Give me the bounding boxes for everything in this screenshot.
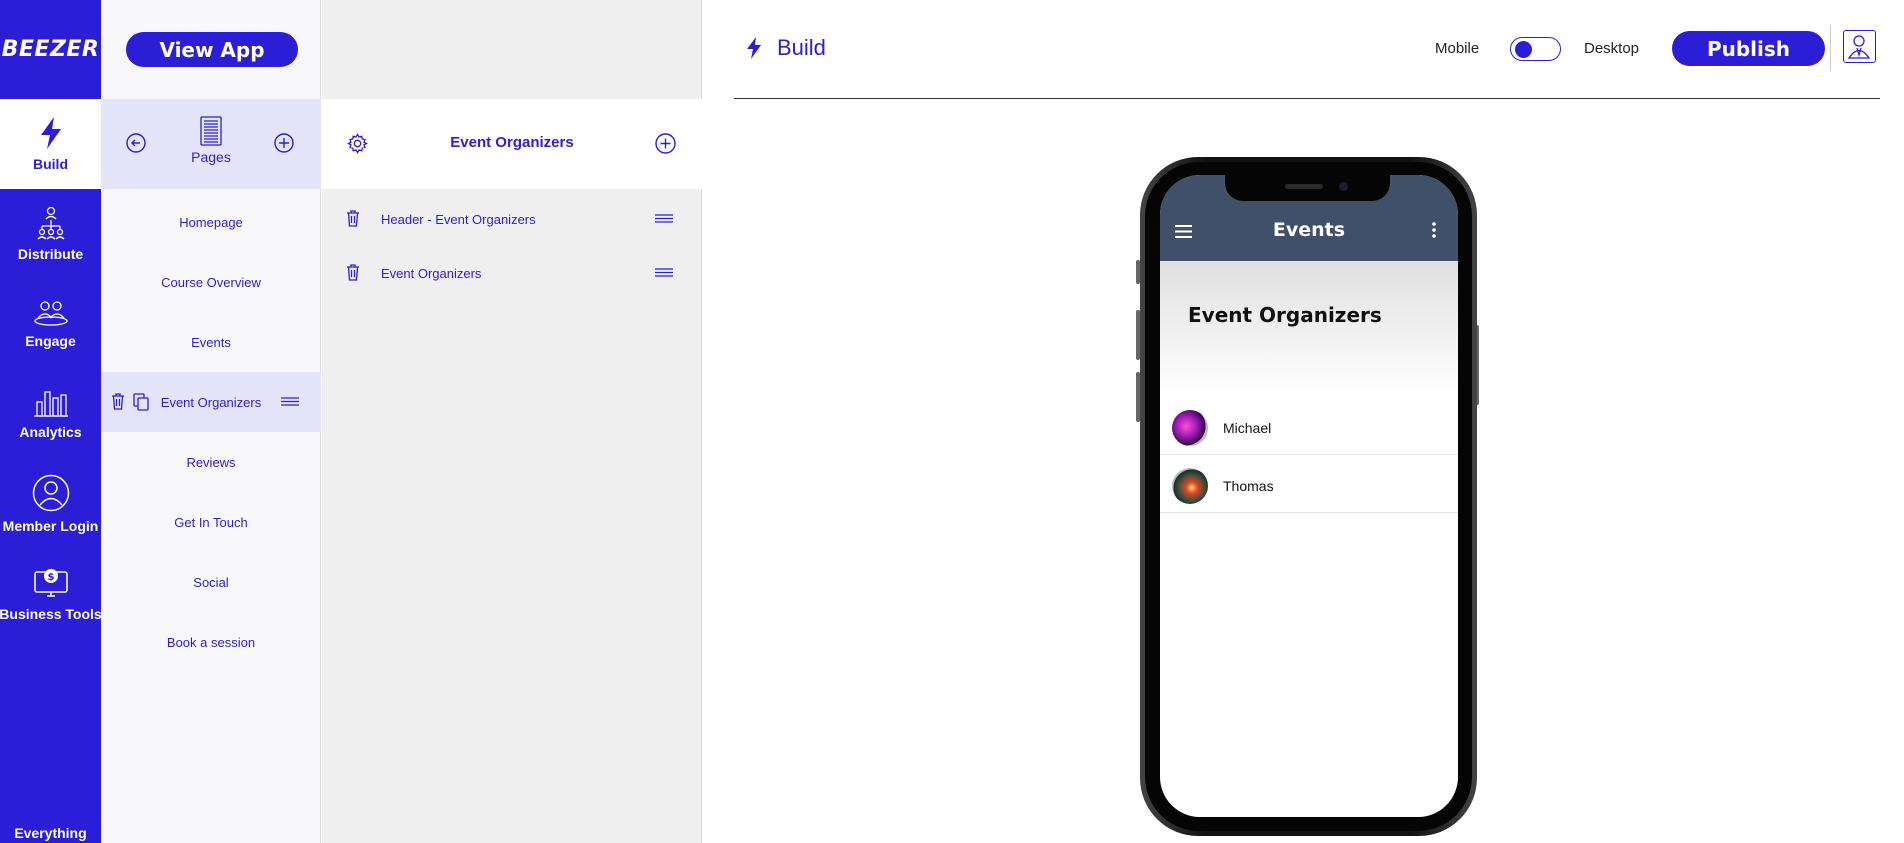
- page-item-reviews[interactable]: Reviews: [101, 432, 321, 492]
- lightning-icon: [40, 117, 61, 149]
- organizer-row[interactable]: Thomas: [1160, 455, 1458, 513]
- section-item-label: Event Organizers: [381, 265, 482, 281]
- nav-analytics-label: Analytics: [19, 424, 82, 440]
- pages-tab-label: Pages: [191, 149, 231, 165]
- divider: [1830, 25, 1831, 71]
- organizer-row[interactable]: Michael: [1160, 397, 1458, 455]
- trash-icon[interactable]: [346, 210, 360, 227]
- section-item-event-organizers[interactable]: Event Organizers: [322, 253, 702, 293]
- nav-distribute-label: Distribute: [17, 246, 84, 262]
- nav-member-login[interactable]: Member Login: [0, 459, 101, 549]
- section-panel-title: Event Organizers: [450, 134, 574, 151]
- section-panel: Event Organizers Header - Event Organize…: [322, 0, 702, 843]
- preview-hero-title: Event Organizers: [1188, 303, 1382, 327]
- beezer-logo: BEEZER: [1, 37, 100, 62]
- page-item-label: Get In Touch: [174, 514, 248, 530]
- svg-text:$: $: [47, 572, 54, 583]
- nav-distribute[interactable]: Distribute: [0, 189, 101, 279]
- preview-app-title: Events: [1272, 219, 1346, 241]
- pages-header: Pages: [101, 99, 321, 189]
- nav-member-login-label: Member Login: [2, 518, 99, 534]
- page-item-homepage[interactable]: Homepage: [101, 192, 321, 252]
- phone-notch: [1225, 175, 1390, 201]
- page-item-label: Course Overview: [161, 274, 261, 290]
- lightning-icon: [747, 37, 761, 59]
- organizer-name: Michael: [1223, 420, 1272, 436]
- organizer-avatar: [1172, 410, 1208, 446]
- nav-business-tools-label: Business Tools: [0, 606, 102, 622]
- app-root: BEEZER Build Distribute Engage Analytics…: [0, 0, 1904, 843]
- page-item-course-overview[interactable]: Course Overview: [101, 252, 321, 312]
- page-item-label: Social: [193, 574, 229, 590]
- mobile-label: Mobile: [1435, 40, 1480, 57]
- copy-icon[interactable]: [133, 393, 149, 411]
- nav-engage[interactable]: Engage: [0, 279, 101, 369]
- preview-hero: Event Organizers: [1160, 261, 1458, 397]
- page-item-social[interactable]: Social: [101, 552, 321, 612]
- drag-handle-icon[interactable]: [655, 214, 673, 223]
- distribute-icon: [37, 206, 64, 240]
- page-item-label: Events: [191, 334, 231, 350]
- page-item-label: Reviews: [186, 454, 236, 470]
- pages-tab[interactable]: Pages: [185, 116, 237, 165]
- user-circle-icon: [32, 474, 69, 512]
- view-app-button[interactable]: View App: [126, 32, 298, 67]
- account-button[interactable]: [1843, 30, 1876, 63]
- phone-screen: Events Event Organizers Michael Thomas: [1160, 175, 1458, 817]
- nav-build-label: Build: [33, 156, 68, 172]
- gear-icon[interactable]: [347, 133, 368, 154]
- page-item-get-in-touch[interactable]: Get In Touch: [101, 492, 321, 552]
- publish-button[interactable]: Publish: [1672, 31, 1825, 66]
- nav-everything-label: Everything: [14, 825, 87, 841]
- phone-preview: Events Event Organizers Michael Thomas: [1140, 157, 1477, 836]
- nav-everything[interactable]: Everything: [0, 825, 101, 843]
- page-item-label: Event Organizers: [160, 394, 262, 410]
- more-vertical-icon[interactable]: [1432, 222, 1436, 238]
- page-item-events[interactable]: Events: [101, 312, 321, 372]
- add-section-icon[interactable]: [655, 133, 676, 154]
- section-item-header[interactable]: Header - Event Organizers: [322, 199, 702, 239]
- add-page-icon[interactable]: [274, 133, 294, 153]
- nav-analytics[interactable]: Analytics: [0, 369, 101, 459]
- organizer-avatar: [1172, 468, 1208, 504]
- mobile-desktop-toggle[interactable]: [1510, 37, 1561, 61]
- desktop-label: Desktop: [1584, 40, 1640, 57]
- drag-handle-icon[interactable]: [655, 268, 673, 277]
- bar-chart-icon: [33, 391, 68, 417]
- header-divider: [734, 98, 1880, 99]
- page-list: Homepage Course Overview Events Event Or…: [101, 192, 321, 672]
- nav-business-tools[interactable]: $ Business Tools: [0, 549, 102, 639]
- toggle-knob: [1515, 40, 1532, 58]
- phone-bezel: Events Event Organizers Michael Thomas: [1145, 162, 1472, 831]
- build-heading: Build: [745, 35, 826, 61]
- organizer-name: Thomas: [1223, 478, 1274, 494]
- section-header: Event Organizers: [322, 99, 702, 189]
- trash-icon[interactable]: [111, 393, 125, 410]
- build-heading-label: Build: [777, 35, 826, 60]
- pages-panel: View App Pages Homepage Course Overview …: [101, 0, 321, 843]
- phone-camera: [1339, 182, 1348, 191]
- left-nav: BEEZER Build Distribute Engage Analytics…: [0, 0, 102, 843]
- nav-engage-label: Engage: [25, 333, 76, 349]
- drag-handle-icon[interactable]: [281, 397, 299, 406]
- page-item-event-organizers[interactable]: Event Organizers: [101, 372, 321, 432]
- nav-build[interactable]: Build: [0, 99, 101, 189]
- page-item-book-a-session[interactable]: Book a session: [101, 612, 321, 672]
- section-item-label: Header - Event Organizers: [381, 211, 536, 227]
- document-icon: [200, 116, 222, 146]
- back-arrow-icon[interactable]: [126, 133, 146, 153]
- user-badge-icon: [1847, 35, 1871, 59]
- page-item-label: Book a session: [166, 634, 256, 650]
- page-item-label: Homepage: [179, 214, 243, 230]
- engage-icon: [33, 301, 68, 326]
- phone-speaker: [1285, 184, 1323, 189]
- trash-icon[interactable]: [346, 264, 360, 281]
- monitor-dollar-icon: $: [33, 569, 68, 597]
